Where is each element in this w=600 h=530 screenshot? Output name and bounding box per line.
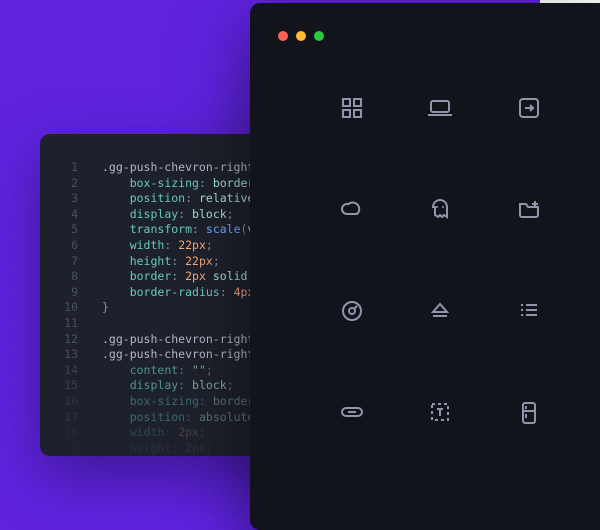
window-controls [278, 31, 324, 41]
cloud-icon[interactable] [339, 197, 365, 225]
close-icon[interactable] [278, 31, 288, 41]
list-icon[interactable] [518, 299, 540, 327]
icon-palette-window [250, 3, 600, 530]
arrow-right-boxed-icon[interactable] [518, 97, 540, 123]
text-frame-icon[interactable] [429, 401, 451, 429]
icon-grid [308, 97, 573, 429]
folder-plus-icon[interactable] [517, 197, 541, 225]
eject-icon[interactable] [429, 299, 451, 327]
fridge-icon[interactable] [519, 401, 539, 429]
disc-icon[interactable] [340, 299, 364, 327]
grid-icon[interactable] [341, 97, 363, 123]
minimize-icon[interactable] [296, 31, 306, 41]
link-icon[interactable] [339, 401, 365, 429]
zoom-icon[interactable] [314, 31, 324, 41]
ghost-icon[interactable] [429, 197, 451, 225]
laptop-icon[interactable] [427, 97, 453, 123]
